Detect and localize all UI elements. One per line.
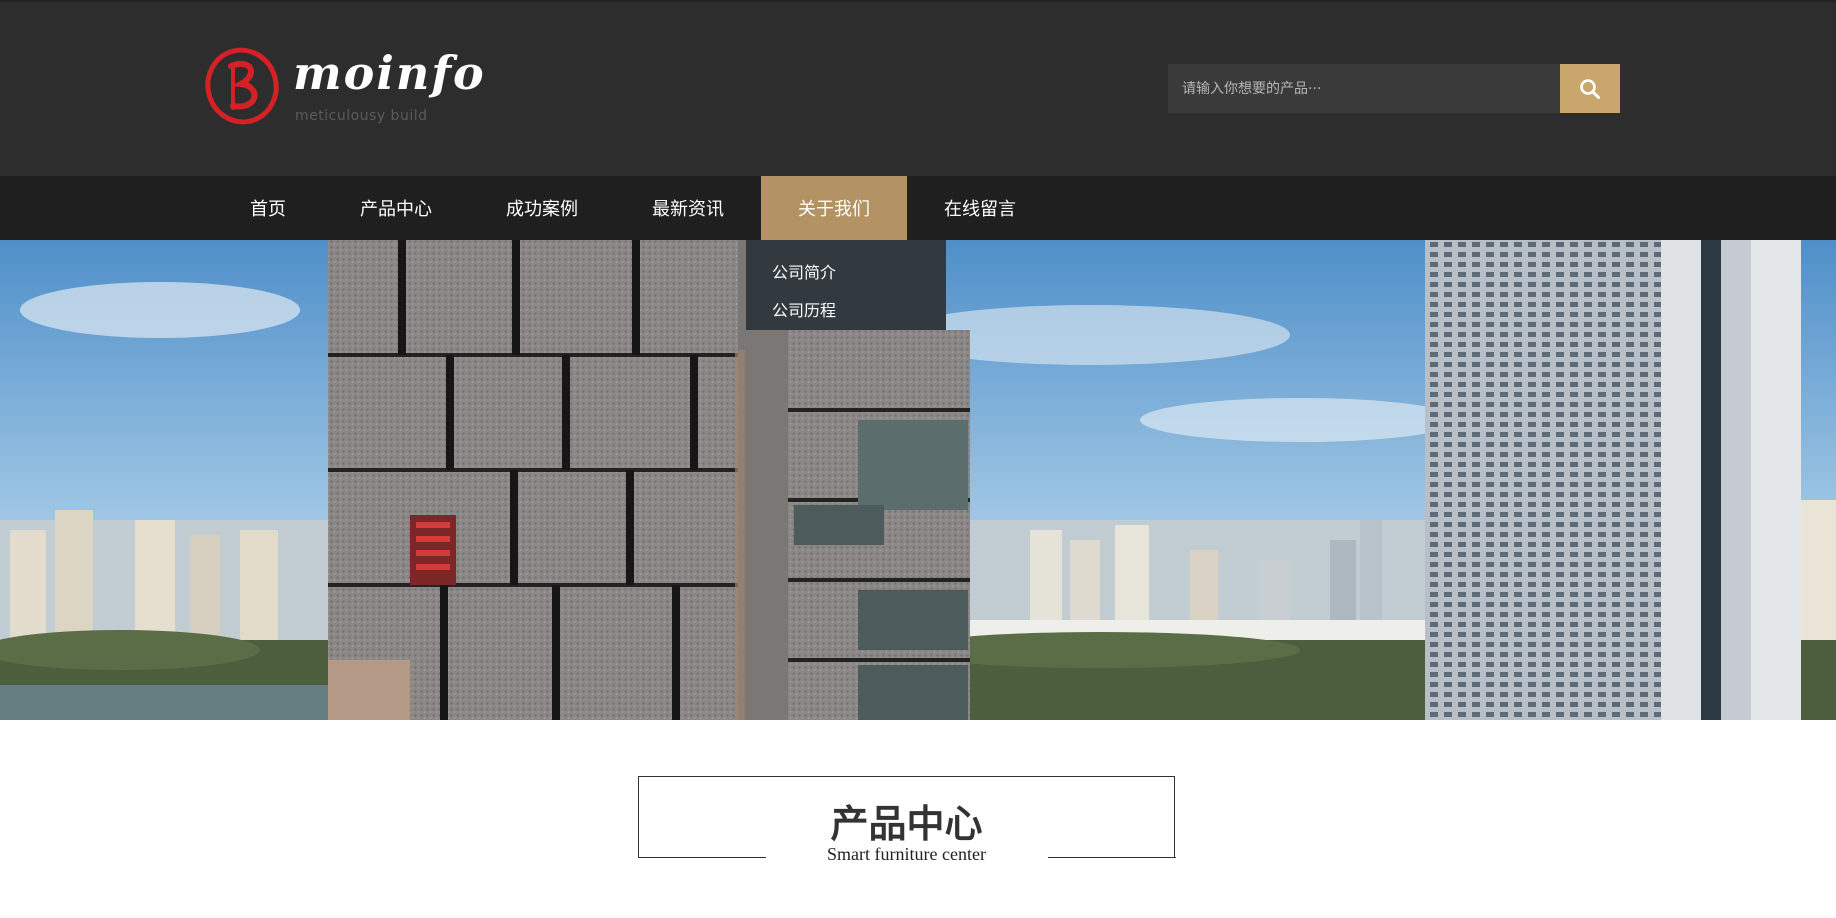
section-title-cn: 产品中心: [830, 802, 983, 846]
heading-rule-left: [637, 856, 766, 858]
heading-rule-right: [1047, 856, 1176, 858]
search-button[interactable]: [1560, 64, 1620, 113]
dropdown-item-company-intro[interactable]: 公司简介: [746, 254, 946, 292]
dropdown-item-company-history[interactable]: 公司历程: [746, 292, 946, 330]
nav-item-home[interactable]: 首页: [213, 176, 323, 240]
site-header: moinfo meticulousy build: [0, 0, 1836, 176]
nav-item-news[interactable]: 最新资讯: [615, 176, 761, 240]
nav-item-products[interactable]: 产品中心: [323, 176, 469, 240]
nav-item-message[interactable]: 在线留言: [907, 176, 1053, 240]
search-input[interactable]: [1168, 64, 1560, 113]
site-logo[interactable]: moinfo meticulousy build: [203, 40, 493, 130]
search-bar: [1168, 64, 1620, 113]
logo-wordmark: moinfo: [293, 46, 486, 100]
nav-item-cases[interactable]: 成功案例: [469, 176, 615, 240]
main-nav: 首页 产品中心 成功案例 最新资讯 关于我们 在线留言: [0, 176, 1836, 240]
section-heading: 产品中心 Smart furniture center: [637, 776, 1176, 864]
section-title-en: Smart furniture center: [827, 844, 986, 864]
logo-tagline: meticulousy build: [295, 108, 428, 124]
nav-item-about[interactable]: 关于我们: [761, 176, 907, 240]
search-icon: [1580, 78, 1600, 99]
about-dropdown-menu: 公司简介 公司历程: [746, 240, 946, 330]
logo-mark-icon: [205, 47, 279, 125]
